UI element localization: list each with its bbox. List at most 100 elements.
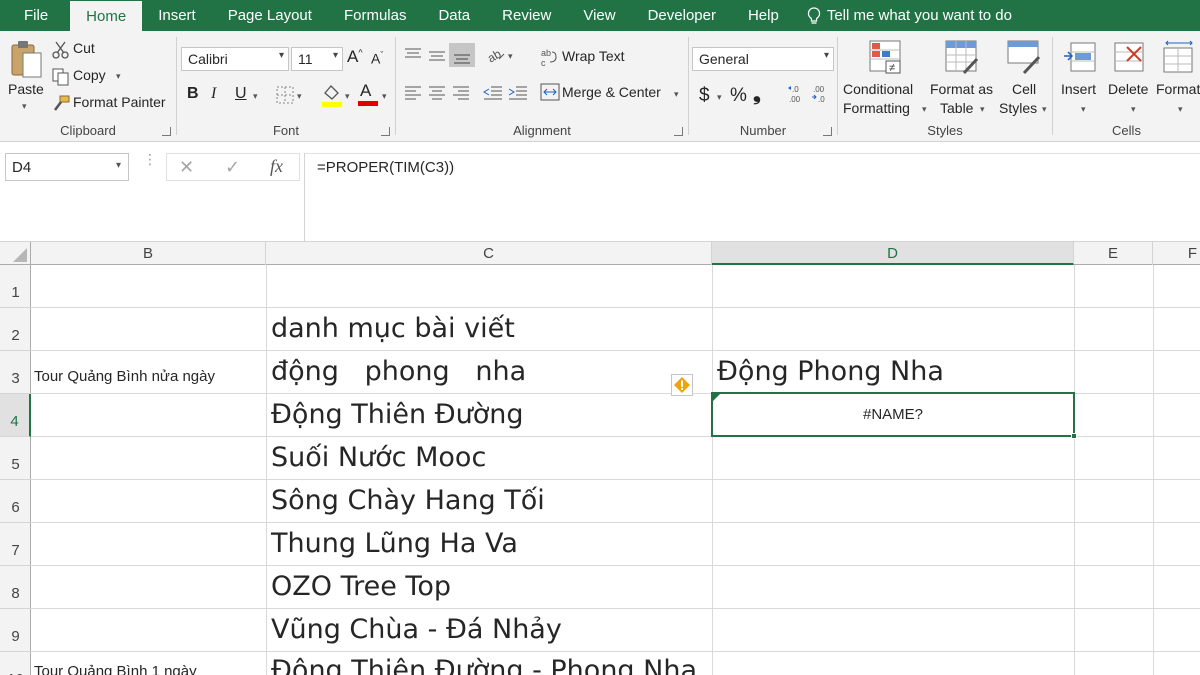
select-all-corner[interactable] <box>0 242 31 265</box>
align-center-icon[interactable] <box>428 85 446 101</box>
currency-button[interactable]: $ <box>699 85 710 107</box>
tab-home[interactable]: Home <box>70 0 143 31</box>
format-cells-button[interactable]: Format ▾ <box>1156 37 1200 121</box>
fill-color-dropdown-icon[interactable]: ▾ <box>345 91 350 102</box>
row-header-2[interactable]: 2 <box>0 308 31 351</box>
clipboard-launcher-icon[interactable] <box>162 127 171 136</box>
fill-handle[interactable] <box>1071 433 1077 439</box>
decrease-indent-icon[interactable] <box>483 85 503 101</box>
conditional-formatting-button[interactable]: ≠ Conditional Formatting ▾ <box>842 37 927 121</box>
cell-b10[interactable]: Tour Quảng Bình 1 ngày <box>34 663 197 675</box>
drag-handle-icon[interactable]: ⋮ <box>143 152 157 178</box>
row-header-8[interactable]: 8 <box>0 566 31 609</box>
row-header-7[interactable]: 7 <box>0 523 31 566</box>
insert-function-icon[interactable]: fx <box>270 156 283 177</box>
cancel-icon[interactable]: ✕ <box>179 157 194 178</box>
cell-styles-button[interactable]: Cell Styles ▾ <box>998 37 1050 121</box>
cell-c4[interactable]: Động Thiên Đường <box>271 399 524 430</box>
tab-file[interactable]: File <box>0 0 70 31</box>
chevron-down-icon: ▾ <box>332 50 338 61</box>
font-size-select[interactable]: 11 ▾ <box>291 47 343 71</box>
ribbon: Paste ▾ Cut Copy ▾ Format Painter Clipbo… <box>0 31 1200 142</box>
enter-icon[interactable]: ✓ <box>225 157 240 178</box>
align-left-icon[interactable] <box>404 85 422 101</box>
cell-c5[interactable]: Suối Nước Mooc <box>271 442 486 473</box>
tell-me-search[interactable]: Tell me what you want to do <box>795 0 1012 31</box>
paste-button[interactable]: Paste ▾ <box>4 37 48 115</box>
currency-dropdown-icon[interactable]: ▾ <box>717 92 722 103</box>
row-header-1[interactable]: 1 <box>0 265 31 308</box>
tab-insert[interactable]: Insert <box>142 0 212 31</box>
fill-color-icon[interactable] <box>321 83 343 107</box>
gridline <box>1153 265 1154 675</box>
font-color-dropdown-icon[interactable]: ▾ <box>382 91 387 102</box>
cell-b3[interactable]: Tour Quảng Bình nửa ngày <box>34 368 215 385</box>
cell-c2[interactable]: danh mục bài viết <box>271 313 515 344</box>
underline-button[interactable]: U <box>235 85 247 103</box>
cell-c3[interactable]: động phong nha <box>271 356 526 387</box>
font-color-button[interactable]: A <box>358 81 378 107</box>
row-header-3[interactable]: 3 <box>0 351 31 394</box>
increase-decimal-icon[interactable]: .0.00 <box>787 83 807 105</box>
cell-c9[interactable]: Vũng Chùa - Đá Nhảy <box>271 614 562 645</box>
align-bottom-button[interactable] <box>449 43 475 67</box>
increase-indent-icon[interactable] <box>508 85 528 101</box>
merge-center-button[interactable]: Merge & Center ▾ <box>540 81 684 105</box>
align-middle-icon[interactable] <box>428 47 446 63</box>
tab-review[interactable]: Review <box>486 0 567 31</box>
font-name-select[interactable]: Calibri ▾ <box>181 47 289 71</box>
insert-cells-button[interactable]: Insert ▾ <box>1059 37 1103 121</box>
orientation-icon[interactable]: ab <box>486 47 506 63</box>
align-right-icon[interactable] <box>452 85 470 101</box>
format-painter-button[interactable]: Format Painter <box>52 93 174 115</box>
formula-input[interactable]: =PROPER(TIM(C3)) <box>304 153 1200 241</box>
wrap-text-button[interactable]: ab c Wrap Text <box>540 45 650 69</box>
tab-developer[interactable]: Developer <box>632 0 732 31</box>
italic-button[interactable]: I <box>211 85 216 103</box>
number-format-select[interactable]: General ▾ <box>692 47 834 71</box>
decrease-decimal-icon[interactable]: .00.0 <box>811 83 831 105</box>
alignment-launcher-icon[interactable] <box>674 127 683 136</box>
tab-page-layout[interactable]: Page Layout <box>212 0 328 31</box>
cell-area[interactable]: Tour Quảng Bình nửa ngày Tour Quảng Bình… <box>31 265 1200 675</box>
tab-help[interactable]: Help <box>732 0 795 31</box>
number-launcher-icon[interactable] <box>823 127 832 136</box>
tab-view[interactable]: View <box>567 0 631 31</box>
row-header-4[interactable]: 4 <box>0 394 31 437</box>
column-header-b[interactable]: B <box>31 242 266 265</box>
bold-button[interactable]: B <box>187 85 199 103</box>
cell-d3[interactable]: Động Phong Nha <box>717 356 944 387</box>
error-checking-button[interactable] <box>671 374 693 396</box>
row-header-5[interactable]: 5 <box>0 437 31 480</box>
column-header-f[interactable]: F <box>1153 242 1200 265</box>
font-launcher-icon[interactable] <box>381 127 390 136</box>
borders-dropdown-icon[interactable]: ▾ <box>297 91 302 102</box>
row-header-10[interactable]: 10 <box>0 652 31 675</box>
tab-data[interactable]: Data <box>422 0 486 31</box>
name-box[interactable]: D4 ▾ <box>5 153 129 181</box>
align-top-icon[interactable] <box>404 47 422 63</box>
column-header-e[interactable]: E <box>1074 242 1153 265</box>
borders-icon[interactable] <box>276 86 294 104</box>
cut-button[interactable]: Cut <box>52 39 122 61</box>
cell-c7[interactable]: Thung Lũng Ha Va <box>271 528 518 559</box>
grow-font-button[interactable]: A^ <box>347 47 363 67</box>
cell-c6[interactable]: Sông Chày Hang Tối <box>271 485 545 516</box>
column-header-c[interactable]: C <box>266 242 712 265</box>
copy-button[interactable]: Copy ▾ <box>52 66 132 88</box>
font-group: Calibri ▾ 11 ▾ A^ Aˇ B I U ▾ ▾ ▾ A ▾ Fon… <box>177 31 395 142</box>
row-header-6[interactable]: 6 <box>0 480 31 523</box>
format-as-table-button[interactable]: Format as Table ▾ <box>930 37 996 121</box>
cell-c10[interactable]: Động Thiên Đường - Phong Nha <box>271 655 697 675</box>
column-header-d[interactable]: D <box>712 242 1074 265</box>
cell-c8[interactable]: OZO Tree Top <box>271 571 451 602</box>
underline-dropdown-icon[interactable]: ▾ <box>253 91 258 102</box>
tab-formulas[interactable]: Formulas <box>328 0 423 31</box>
percent-button[interactable]: % <box>730 85 747 107</box>
orientation-dropdown-icon[interactable]: ▾ <box>508 51 513 62</box>
delete-cells-button[interactable]: Delete ▾ <box>1107 37 1153 121</box>
shrink-font-button[interactable]: Aˇ <box>371 50 383 67</box>
comma-style-button[interactable]: ❟ <box>753 83 761 106</box>
active-cell-d4[interactable]: #NAME? <box>711 392 1077 439</box>
row-header-9[interactable]: 9 <box>0 609 31 652</box>
